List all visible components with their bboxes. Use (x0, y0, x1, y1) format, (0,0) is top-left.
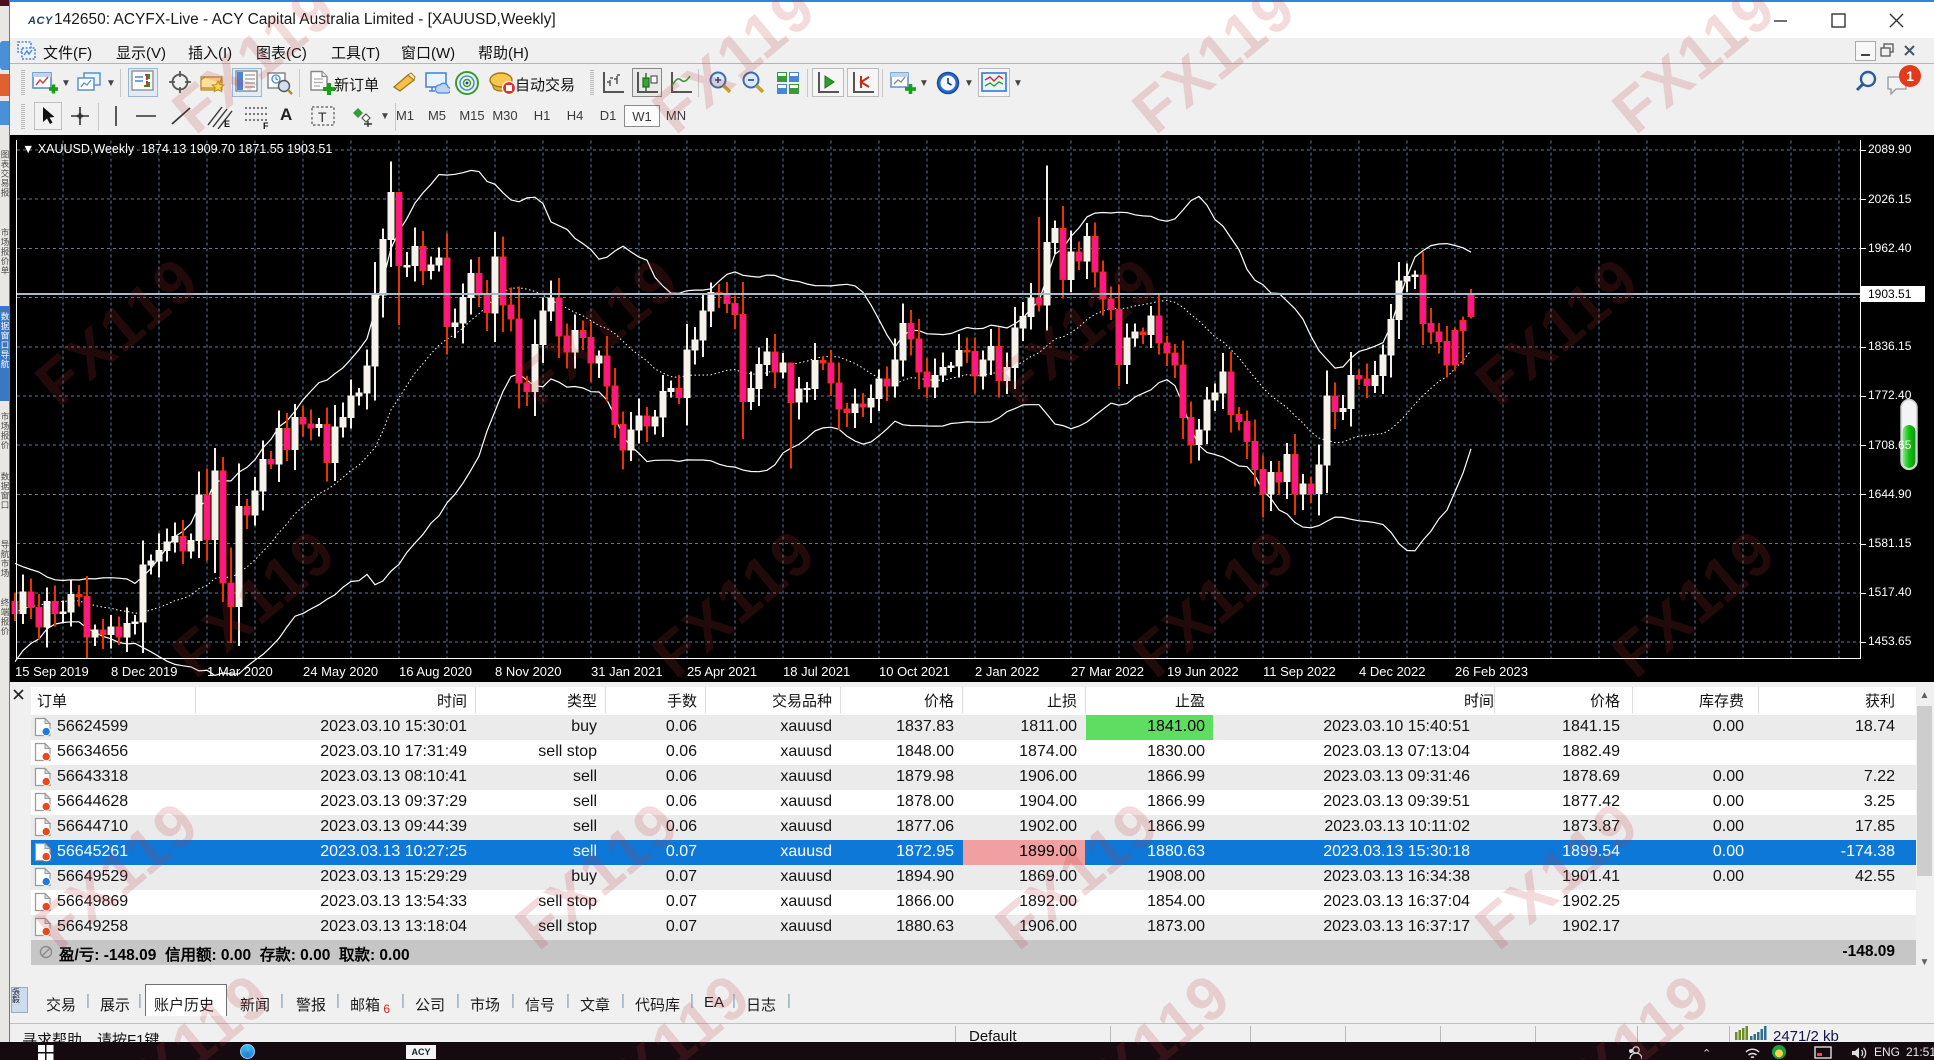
svg-text:F: F (263, 121, 269, 129)
svg-text:E: E (224, 119, 230, 129)
svg-text:T: T (318, 109, 327, 125)
